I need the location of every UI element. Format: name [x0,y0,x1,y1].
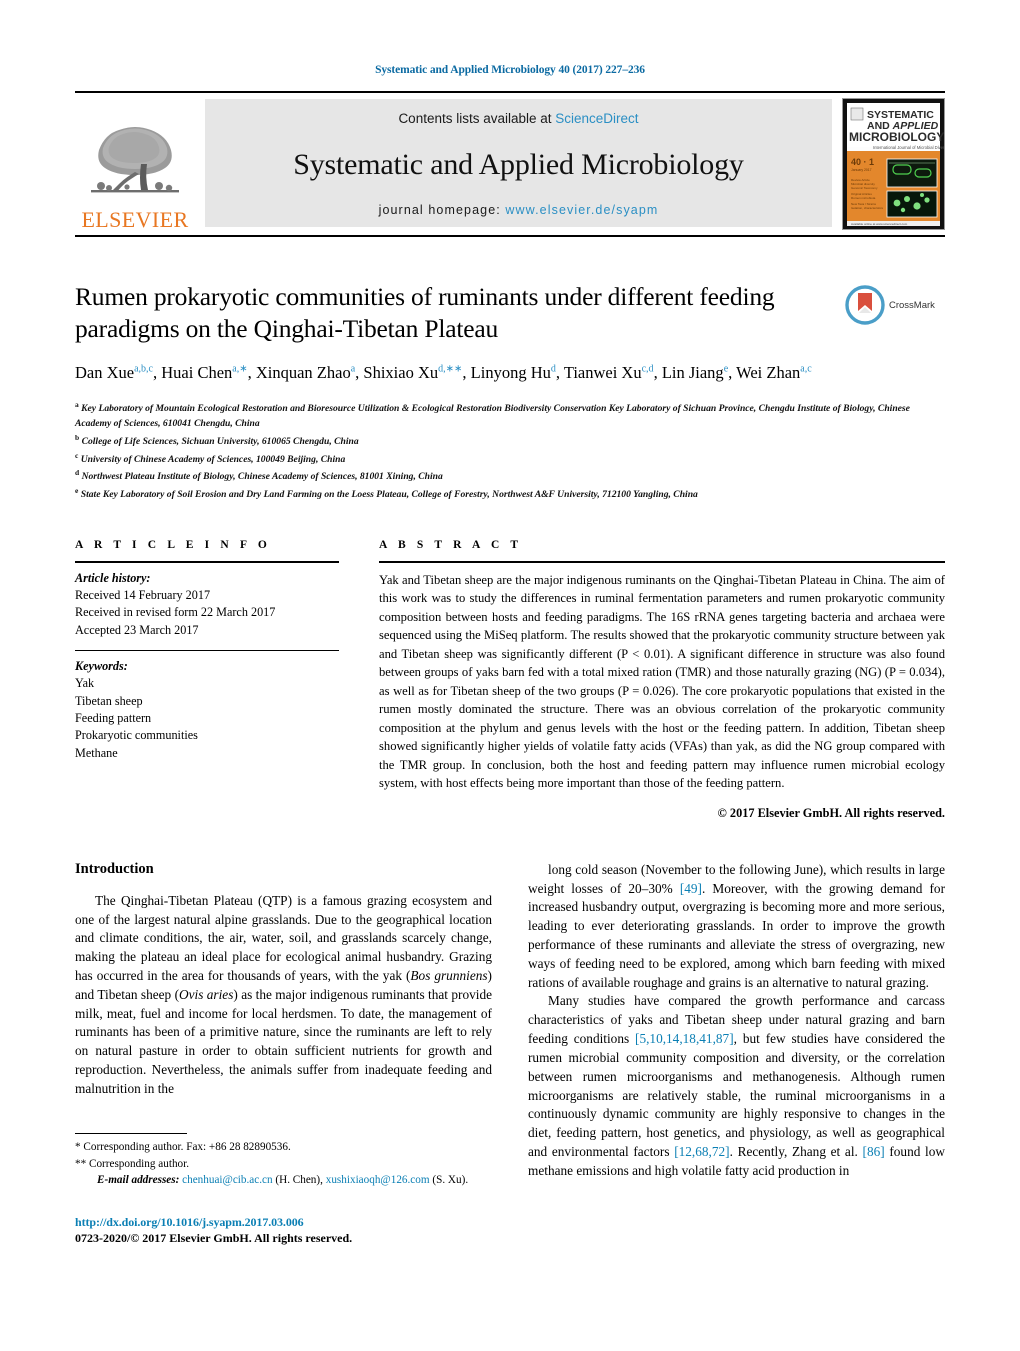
keyword-item: Feeding pattern [75,711,152,726]
svg-text:International Journal of Micro: International Journal of Microbial Diver… [873,145,944,150]
email-link-1[interactable]: chenhuai@cib.ac.cn [182,1174,272,1186]
doi-link[interactable]: http://dx.doi.org/10.1016/j.syapm.2017.0… [75,1215,492,1230]
crossmark-badge[interactable]: CrossMark [845,285,945,325]
journal-homepage-line: journal homepage: www.elsevier.de/syapm [379,203,659,217]
affiliation-item: e State Key Laboratory of Soil Erosion a… [75,486,698,501]
body-columns: Introduction The Qinghai-Tibetan Plateau… [75,861,945,1246]
corresponding-author-note-2: ** Corresponding author. [75,1157,190,1170]
elsevier-wordmark: ELSEVIER [81,207,189,232]
doi-block: http://dx.doi.org/10.1016/j.syapm.2017.0… [75,1215,492,1246]
affiliation-mark: b [75,432,80,442]
keyword-item: Prokaryotic communities [75,728,198,743]
article-history-item: Received in revised form 22 March 2017 [75,605,276,620]
abstract-column: A B S T R A C T Yak and Tibetan sheep ar… [379,539,945,821]
crossmark-label: CrossMark [889,299,935,311]
sciencedirect-link[interactable]: ScienceDirect [555,111,638,126]
author-list: Dan Xuea,b,c, Huai Chena,∗, Xinquan Zhao… [75,363,812,383]
email-addresses-label: E-mail addresses: [97,1174,180,1187]
paper-page: Systematic and Applied Microbiology 40 (… [0,0,1020,1351]
contents-prefix: Contents lists available at [398,111,556,126]
intro-paragraph-left-1: The Qinghai-Tibetan Plateau (QTP) is a f… [75,892,492,1096]
email-owner-1: (H. Chen), [275,1174,323,1187]
article-history-item: Received 14 February 2017 [75,588,211,603]
journal-cover-thumbnail[interactable]: SYSTEMATIC AND APPLIED MICROBIOLOGY Inte… [842,98,952,230]
abstract-text: Yak and Tibetan sheep are the major indi… [379,572,945,791]
contents-available-line: Contents lists available at ScienceDirec… [398,111,638,126]
intro-paragraph-right-1: long cold season (November to the follow… [528,861,945,990]
affiliation-mark: d [75,468,80,478]
keyword-lines: Yak Tibetan sheep Feeding pattern Prokaryot… [75,675,339,762]
elsevier-tree-icon [91,127,179,193]
svg-text:40 · 1: 40 · 1 [851,157,874,167]
email-link-2[interactable]: xushixiaoqh@126.com [326,1174,430,1186]
svg-text:January 2017: January 2017 [851,168,872,172]
elsevier-logo: ELSEVIER [75,93,195,235]
keywords-label: Keywords: [75,659,128,674]
article-history-label: Article history: [75,570,151,585]
journal-title: Systematic and Applied Microbiology [293,147,744,181]
affiliation-mark: a [75,399,79,409]
email-owner-2: (S. Xu). [432,1174,469,1187]
intro-paragraph-right-2: Many studies have compared the growth pe… [528,993,945,1178]
footnote-rule [75,1132,187,1134]
crossmark-icon [845,285,885,325]
affiliation-item: d Northwest Plateau Institute of Biology… [75,468,443,483]
introduction-heading: Introduction [75,860,154,877]
issn-copyright-line: 0723-2020/© 2017 Elsevier GmbH. All righ… [75,1231,353,1246]
body-right-column: long cold season (November to the follow… [528,861,945,1246]
svg-text:Genomic Taxonomy: Genomic Taxonomy [851,186,878,190]
journal-band: Contents lists available at ScienceDirec… [205,99,832,227]
journal-cover-image: SYSTEMATIC AND APPLIED MICROBIOLOGY Inte… [843,99,952,229]
article-info-column: A R T I C L E I N F O Article history: R… [75,539,339,821]
email-addresses-note: E-mail addresses: chenhuai@cib.ac.cn (H.… [75,1172,492,1189]
affiliation-item: c University of Chinese Academy of Scien… [75,450,346,465]
svg-text:Rumen microbiota: Rumen microbiota [851,196,876,200]
journal-masthead: ELSEVIER Contents lists available at Sci… [75,91,952,237]
keywords-block: Keywords: Yak Tibetan sheep Feeding patter… [75,651,339,762]
running-head: Systematic and Applied Microbiology 40 (… [375,64,645,76]
info-abstract-section: A R T I C L E I N F O Article history: R… [75,539,945,821]
article-history-item: Accepted 23 March 2017 [75,622,199,637]
footnotes-block: * Corresponding author. Fax: +86 28 8289… [75,1132,492,1246]
article-history-lines: Received 14 February 2017 Received in rev… [75,587,339,639]
svg-text:Isolation, characteristics: Isolation, characteristics [851,206,884,210]
svg-text:Available online at www.scienc: Available online at www.sciencedirect.co… [851,222,908,226]
keyword-item: Yak [75,676,95,691]
title-area: Rumen prokaryotic communities of ruminan… [75,281,945,503]
abstract-copyright: © 2017 Elsevier GmbH. All rights reserve… [717,805,945,820]
keyword-item: Tibetan sheep [75,693,143,708]
article-history-block: Article history: Received 14 February 20… [75,563,339,639]
article-info-heading: A R T I C L E I N F O [75,538,271,551]
affiliation-mark: e [75,486,79,496]
affiliation-list: a Key Laboratory of Mountain Ecological … [75,399,945,503]
keyword-item: Methane [75,745,118,760]
homepage-prefix: journal homepage: [378,203,506,217]
affiliation-item: b College of Life Sciences, Sichuan Univ… [75,432,359,448]
abstract-heading: A B S T R A C T [379,538,523,551]
page-title: Rumen prokaryotic communities of ruminan… [75,282,775,343]
svg-text:MICROBIOLOGY: MICROBIOLOGY [849,130,944,144]
body-left-column: Introduction The Qinghai-Tibetan Plateau… [75,861,492,1246]
journal-homepage-link[interactable]: www.elsevier.de/syapm [505,203,658,217]
affiliation-item: a Key Laboratory of Mountain Ecological … [75,399,910,430]
affiliation-mark: c [75,450,79,460]
corresponding-author-note-1: * Corresponding author. Fax: +86 28 8289… [75,1140,291,1153]
